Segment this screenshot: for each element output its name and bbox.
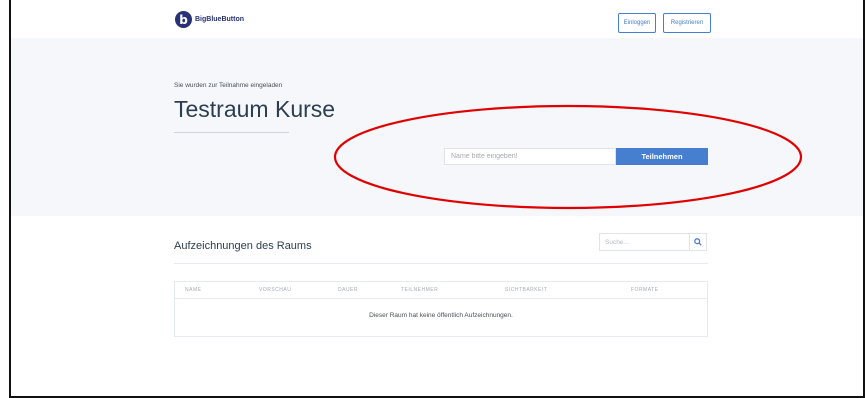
column-header-name: NAME	[185, 287, 202, 293]
table-header: NAME VORSCHAU DAUER TEILNEHMER SICHTBARK…	[175, 282, 707, 299]
search-input[interactable]	[599, 233, 689, 251]
column-header-preview: VORSCHAU	[259, 287, 292, 293]
name-input[interactable]	[444, 148, 616, 165]
empty-recordings-message: Dieser Raum hat keine öffentlich Aufzeic…	[369, 312, 513, 319]
join-button[interactable]: Teilnehmen	[616, 148, 708, 165]
recordings-search	[599, 233, 707, 251]
column-header-formats: FORMATE	[631, 287, 659, 293]
search-icon	[694, 238, 702, 246]
top-navbar: b BigBlueButton Einloggen Registrieren	[11, 0, 863, 38]
search-button[interactable]	[689, 233, 707, 251]
column-header-duration: DAUER	[338, 287, 359, 293]
recordings-title: Aufzeichnungen des Raums	[174, 240, 312, 252]
room-title: Testraum Kurse	[174, 96, 336, 122]
column-header-visibility: SICHTBARKEIT	[505, 287, 548, 293]
room-hero: Sie wurden zur Teilnahme eingeladen Test…	[11, 38, 863, 216]
invite-text: Sie wurden zur Teilnahme eingeladen	[174, 82, 283, 89]
title-divider	[174, 132, 289, 133]
browser-viewport: b BigBlueButton Einloggen Registrieren S…	[9, 0, 865, 398]
brand-name: BigBlueButton	[195, 16, 244, 23]
column-header-participants: TEILNEHMER	[401, 287, 439, 293]
register-button[interactable]: Registrieren	[663, 13, 711, 33]
brand[interactable]: b BigBlueButton	[175, 11, 244, 28]
login-button[interactable]: Einloggen	[618, 13, 656, 33]
section-divider	[174, 263, 708, 264]
recordings-table: NAME VORSCHAU DAUER TEILNEHMER SICHTBARK…	[174, 281, 708, 337]
bigbluebutton-logo-icon: b	[175, 11, 192, 28]
